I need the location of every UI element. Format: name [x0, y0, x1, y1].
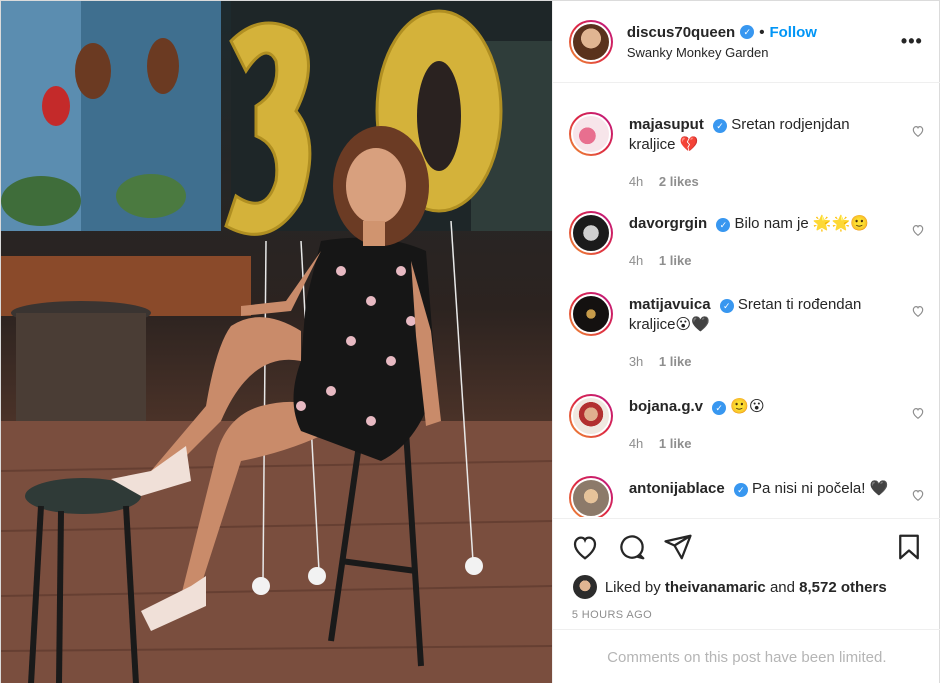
- commenter-avatar[interactable]: [568, 211, 613, 255]
- post-side-panel: discus70queen ✓ • Follow Swanky Monkey G…: [551, 1, 940, 683]
- comment-text-block: antonijablace ✓ Pa nisi ni počela! 🖤: [629, 479, 897, 499]
- comment-text-block: bojana.g.v ✓ 🙂😮: [629, 397, 897, 417]
- author-username[interactable]: discus70queen: [627, 24, 735, 41]
- likes-prefix: Liked by: [604, 578, 661, 596]
- comment-meta: 4h 1 like: [629, 436, 704, 451]
- commenter-avatar[interactable]: [568, 476, 613, 517]
- heart-icon[interactable]: [911, 124, 925, 138]
- post-location[interactable]: Swanky Monkey Garden: [627, 45, 817, 60]
- verified-badge-icon: ✓: [733, 483, 748, 497]
- comment-text: Bilo nam je 🌟🌟🙂: [734, 215, 869, 232]
- verified-badge-icon: ✓: [719, 299, 734, 313]
- comment-time[interactable]: 4h: [629, 253, 643, 268]
- comment-time[interactable]: 4h: [629, 174, 643, 189]
- comment-text: 🙂😮: [730, 398, 765, 415]
- comment-time[interactable]: 3h: [629, 354, 643, 369]
- comment-likes[interactable]: 1 like: [659, 354, 692, 369]
- verified-badge-icon: ✓: [740, 25, 755, 39]
- heart-icon[interactable]: [911, 223, 925, 237]
- photo-illustration: [1, 1, 552, 683]
- verified-badge-icon: ✓: [713, 119, 728, 133]
- comment-username[interactable]: majasuput: [629, 116, 704, 133]
- comment-likes[interactable]: 1 like: [659, 253, 692, 268]
- comment-username[interactable]: antonijablace: [629, 480, 725, 497]
- comment-likes[interactable]: 2 likes: [659, 174, 699, 189]
- more-icon[interactable]: •••: [901, 31, 923, 52]
- comment-username[interactable]: davorgrgin: [629, 215, 707, 232]
- comments-list[interactable]: majasuput ✓ Sretan rodjenjdan kraljice 💔…: [553, 84, 940, 517]
- instagram-post-view: discus70queen ✓ • Follow Swanky Monkey G…: [0, 0, 940, 683]
- liker-avatar[interactable]: [572, 575, 597, 599]
- separator-dot: •: [759, 23, 765, 41]
- likes-summary: Liked by theivanamaric and 8,572 others: [572, 575, 887, 599]
- comment-username[interactable]: bojana.g.v: [629, 398, 703, 415]
- commenter-avatar[interactable]: [568, 394, 613, 438]
- author-avatar[interactable]: [568, 19, 613, 64]
- likes-middle: and: [769, 578, 795, 596]
- comments-limited-notice: Comments on this post have been limited.: [552, 629, 940, 683]
- save-icon[interactable]: [894, 532, 924, 562]
- likes-others-count[interactable]: 8,572 others: [799, 579, 887, 596]
- liker-username[interactable]: theivanamaric: [665, 579, 766, 596]
- post-header: discus70queen ✓ • Follow Swanky Monkey G…: [552, 1, 940, 83]
- comment-likes[interactable]: 1 like: [659, 436, 692, 451]
- verified-badge-icon: ✓: [712, 401, 727, 415]
- commenter-avatar[interactable]: [568, 292, 613, 336]
- comment-icon[interactable]: [617, 532, 647, 562]
- share-icon[interactable]: [663, 532, 693, 562]
- heart-icon[interactable]: [570, 532, 600, 562]
- comment-meta: 3h 1 like: [629, 354, 704, 369]
- comment-text: Pa nisi ni počela! 🖤: [752, 480, 889, 497]
- comment-meta: 4h 1 like: [629, 253, 704, 268]
- post-photo[interactable]: [1, 1, 552, 683]
- comment-text-block: davorgrgin ✓ Bilo nam je 🌟🌟🙂: [629, 214, 897, 234]
- comment-meta: 4h 2 likes: [629, 174, 711, 189]
- comment-time[interactable]: 4h: [629, 436, 643, 451]
- verified-badge-icon: ✓: [716, 218, 731, 232]
- heart-icon[interactable]: [911, 406, 925, 420]
- comment-username[interactable]: matijavuica: [629, 296, 711, 313]
- post-actions: Liked by theivanamaric and 8,572 others …: [552, 518, 940, 628]
- heart-icon[interactable]: [911, 304, 925, 318]
- comment-text-block: matijavuica ✓ Sretan ti rođendan kraljic…: [629, 295, 897, 335]
- follow-button[interactable]: Follow: [769, 24, 817, 41]
- commenter-avatar[interactable]: [568, 112, 613, 156]
- heart-icon[interactable]: [911, 488, 925, 502]
- comment-text-block: majasuput ✓ Sretan rodjenjdan kraljice 💔: [629, 115, 897, 155]
- post-timestamp[interactable]: 5 HOURS AGO: [572, 609, 652, 621]
